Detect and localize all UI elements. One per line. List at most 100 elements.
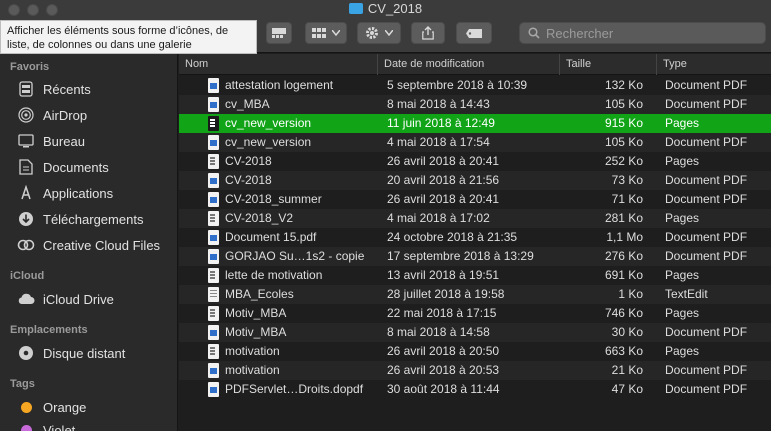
- table-row[interactable]: Document 15.pdf 24 octobre 2018 à 21:35 1,…: [179, 228, 771, 247]
- sidebar-item-applications[interactable]: Applications: [17, 183, 177, 203]
- pages-file-icon: [208, 211, 219, 226]
- recents-icon: [17, 81, 35, 97]
- sidebar: Favoris Récents AirDrop Bureau Documents…: [0, 54, 178, 431]
- group-by-button[interactable]: [305, 22, 347, 44]
- cell-name: lette de motivation: [225, 268, 323, 282]
- cell-size: 105 Ko: [604, 97, 643, 111]
- search-input[interactable]: [546, 25, 746, 41]
- pdf-file-icon: [208, 192, 219, 207]
- sidebar-item-remote-disc[interactable]: Disque distant: [17, 343, 177, 363]
- cell-date: 4 mai 2018 à 17:54: [387, 135, 490, 149]
- airdrop-icon: [17, 107, 35, 123]
- applications-icon: [17, 185, 35, 201]
- sidebar-item-documents[interactable]: Documents: [17, 157, 177, 177]
- share-button[interactable]: [411, 22, 445, 44]
- table-row[interactable]: cv_new_version 11 juin 2018 à 12:49 915 Ko…: [179, 114, 771, 133]
- sidebar-item-label: AirDrop: [43, 107, 88, 123]
- table-row[interactable]: cv_new_version 4 mai 2018 à 17:54 105 Ko Do…: [179, 133, 771, 152]
- pdf-file-icon: [208, 325, 219, 340]
- cell-date: 28 juillet 2018 à 19:58: [387, 287, 505, 301]
- sidebar-item-label: Téléchargements: [43, 211, 144, 227]
- sidebar-item-recents[interactable]: Récents: [17, 79, 177, 99]
- cell-date: 26 avril 2018 à 20:53: [387, 363, 500, 377]
- column-header-date[interactable]: Date de modification: [377, 54, 559, 75]
- table-row[interactable]: MBA_Ecoles 28 juillet 2018 à 19:58 1 Ko Tex…: [179, 285, 771, 304]
- cell-size: 21 Ko: [611, 363, 643, 377]
- share-icon: [422, 26, 434, 40]
- list-header: Nom Date de modification Taille Type: [179, 54, 771, 75]
- disc-icon: [17, 345, 35, 361]
- column-header-name[interactable]: Nom: [179, 54, 377, 75]
- tag-icon: [466, 28, 482, 38]
- cell-date: 5 septembre 2018 à 10:39: [387, 78, 528, 92]
- close-window-button[interactable]: [8, 4, 20, 16]
- table-row[interactable]: cv_MBA 8 mai 2018 à 14:43 105 Ko Document P…: [179, 95, 771, 114]
- sidebar-item-bureau[interactable]: Bureau: [17, 131, 177, 151]
- cell-name: CV-2018: [225, 173, 272, 187]
- cell-name: PDFServlet…Droits.dopdf: [225, 382, 364, 396]
- sidebar-item-airdrop[interactable]: AirDrop: [17, 105, 177, 125]
- table-row[interactable]: PDFServlet…Droits.dopdf 30 août 2018 à 11…: [179, 380, 771, 399]
- table-row[interactable]: Motiv_MBA 8 mai 2018 à 14:58 30 Ko Document…: [179, 323, 771, 342]
- table-row[interactable]: CV-2018_summer 26 avril 2018 à 20:41 71 Ko…: [179, 190, 771, 209]
- sidebar-header-icloud: iCloud: [10, 270, 45, 282]
- sidebar-item-tag-violet[interactable]: Violet: [17, 420, 177, 431]
- column-header-size[interactable]: Taille: [559, 54, 656, 75]
- sidebar-item-downloads[interactable]: Téléchargements: [17, 209, 177, 229]
- cell-kind: Pages: [665, 116, 700, 130]
- action-button[interactable]: [357, 22, 401, 44]
- tag-dot-icon: [17, 399, 35, 415]
- cell-kind: Pages: [665, 344, 700, 358]
- search-field[interactable]: [519, 22, 766, 44]
- gallery-view-button[interactable]: [266, 22, 292, 44]
- sidebar-header-tags: Tags: [10, 378, 35, 390]
- cell-date: 26 avril 2018 à 20:41: [387, 192, 500, 206]
- cell-date: 13 avril 2018 à 19:51: [387, 268, 500, 282]
- zoom-window-button[interactable]: [46, 4, 58, 16]
- downloads-icon: [17, 211, 35, 227]
- sidebar-item-tag-orange[interactable]: Orange: [17, 397, 177, 417]
- sidebar-item-icloud-drive[interactable]: iCloud Drive: [17, 289, 177, 309]
- cell-size: 276 Ko: [604, 249, 643, 263]
- cell-kind: Document PDF: [665, 135, 748, 149]
- table-row[interactable]: attestation logement 5 septembre 2018 à 1…: [179, 76, 771, 95]
- table-row[interactable]: CV-2018 20 avril 2018 à 21:56 73 Ko Documen…: [179, 171, 771, 190]
- view-mode-tooltip: Afficher les éléments sous forme d’icône…: [0, 20, 257, 54]
- pages-file-icon: [208, 306, 219, 321]
- table-row[interactable]: motivation 26 avril 2018 à 20:53 21 Ko Docu…: [179, 361, 771, 380]
- cell-date: 26 avril 2018 à 20:41: [387, 154, 500, 168]
- cloud-icon: [17, 291, 35, 307]
- cell-size: 691 Ko: [604, 268, 643, 282]
- cell-kind: Document PDF: [665, 78, 748, 92]
- table-row[interactable]: Motiv_MBA 22 mai 2018 à 17:15 746 Ko Pages: [179, 304, 771, 323]
- documents-icon: [17, 159, 35, 175]
- table-row[interactable]: GORJAO Su…1s2 - copie 17 septembre 2018 à…: [179, 247, 771, 266]
- table-row[interactable]: motivation 26 avril 2018 à 20:50 663 Ko Pag…: [179, 342, 771, 361]
- cell-date: 11 juin 2018 à 12:49: [387, 116, 495, 130]
- tags-button[interactable]: [456, 22, 492, 44]
- window-title-text: CV_2018: [367, 1, 423, 16]
- pdf-file-icon: [208, 249, 219, 264]
- sidebar-item-label: Récents: [43, 81, 91, 97]
- sidebar-header-favorites: Favoris: [10, 61, 50, 73]
- pdf-file-icon: [208, 363, 219, 378]
- table-row[interactable]: CV-2018 26 avril 2018 à 20:41 252 Ko Pages: [179, 152, 771, 171]
- gallery-view-icon: [272, 28, 286, 38]
- cell-size: 30 Ko: [611, 325, 643, 339]
- folder-icon: [348, 3, 363, 14]
- cell-name: Motiv_MBA: [225, 306, 287, 320]
- cell-kind: TextEdit: [665, 287, 708, 301]
- cell-kind: Pages: [665, 154, 700, 168]
- column-header-kind[interactable]: Type: [656, 54, 771, 75]
- sidebar-item-creative-cloud[interactable]: Creative Cloud Files: [17, 235, 177, 255]
- cell-size: 915 Ko: [604, 116, 643, 130]
- sidebar-item-label: Violet: [43, 422, 76, 431]
- cell-name: Document 15.pdf: [225, 230, 317, 244]
- chevron-down-icon: [385, 30, 393, 36]
- pages-file-icon: [208, 344, 219, 359]
- table-row[interactable]: CV-2018_V2 4 mai 2018 à 17:02 281 Ko Pages: [179, 209, 771, 228]
- table-row[interactable]: lette de motivation 13 avril 2018 à 19:51…: [179, 266, 771, 285]
- minimize-window-button[interactable]: [27, 4, 39, 16]
- pages-file-icon: [208, 116, 219, 131]
- cell-date: 4 mai 2018 à 17:02: [387, 211, 490, 225]
